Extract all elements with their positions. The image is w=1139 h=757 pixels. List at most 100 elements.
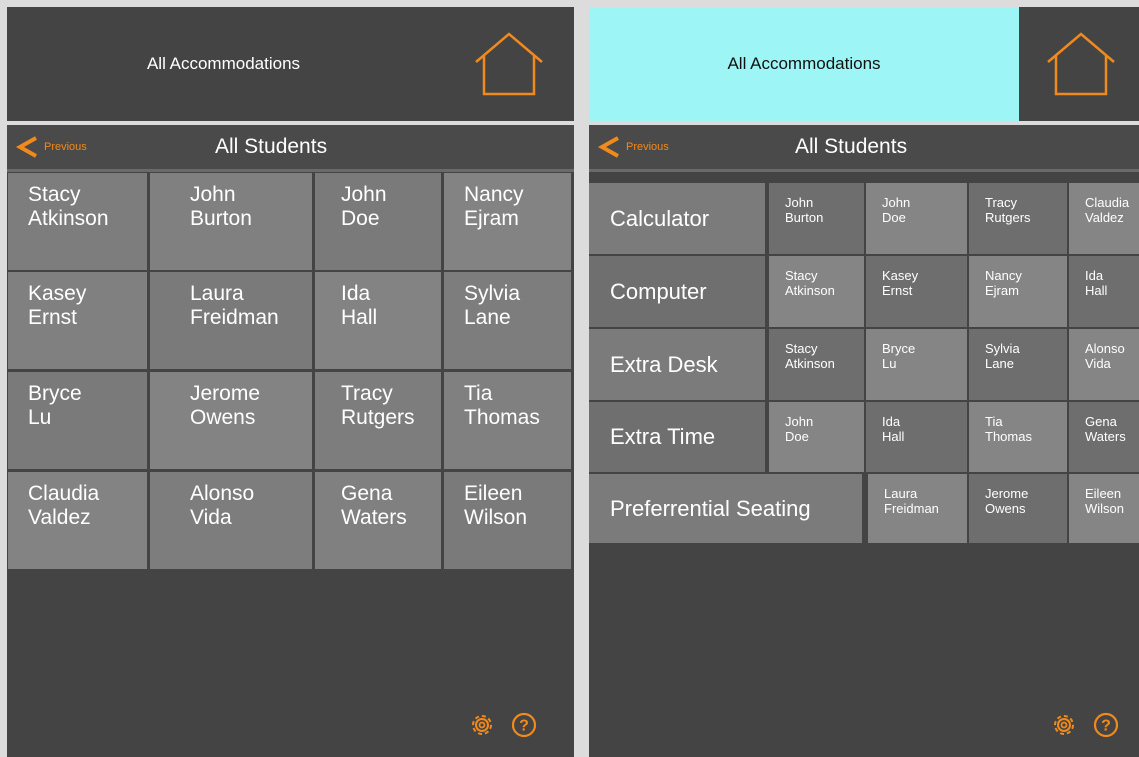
student-cell[interactable]: Laura Freidman [868, 474, 967, 543]
student-first-name: Sylvia [985, 341, 1020, 356]
student-cell[interactable]: Tia Thomas [969, 402, 1067, 472]
student-cell[interactable]: Ida Hall [315, 272, 441, 369]
student-first-name: Tracy [985, 195, 1018, 210]
student-cell[interactable]: John Doe [315, 173, 441, 270]
student-cell[interactable]: Eileen Wilson [444, 472, 571, 569]
student-first-name: Tia [985, 414, 1003, 429]
student-cell[interactable]: Tracy Rutgers [315, 372, 441, 469]
student-first-name: John [341, 183, 387, 206]
home-button[interactable] [1022, 7, 1139, 121]
student-last-name: Wilson [1085, 501, 1125, 516]
svg-text:?: ? [519, 718, 529, 735]
student-cell[interactable]: Gena Waters [315, 472, 441, 569]
student-cell[interactable]: Stacy Atkinson [769, 256, 864, 327]
student-first-name: Sylvia [464, 282, 521, 305]
all-accommodations-button[interactable]: All Accommodations [589, 7, 1019, 121]
student-last-name: Thomas [985, 429, 1032, 444]
student-cell[interactable]: Eileen Wilson [1069, 474, 1139, 543]
student-cell[interactable]: Nancy Ejram [444, 173, 571, 270]
student-cell[interactable]: Nancy Ejram [969, 256, 1067, 327]
gear-icon[interactable] [468, 711, 496, 739]
nav-bar: Previous All Students [7, 125, 574, 169]
student-cell[interactable]: Sylvia Lane [969, 329, 1067, 400]
student-first-name: John [785, 414, 814, 429]
accommodation-cell[interactable]: Preferrential Seating [589, 474, 862, 543]
accommodation-label: Preferrential Seating [610, 495, 811, 521]
student-cell[interactable]: John Burton [150, 173, 312, 270]
previous-button[interactable]: Previous [14, 135, 87, 159]
student-first-name: Bryce [882, 341, 916, 356]
student-last-name: Atkinson [785, 356, 835, 371]
student-last-name: Waters [341, 506, 407, 529]
student-cell[interactable]: Stacy Atkinson [8, 173, 147, 270]
student-cell[interactable]: Bryce Lu [8, 372, 147, 469]
student-cell[interactable]: Gena Waters [1069, 402, 1139, 472]
accommodation-cell[interactable]: Extra Time [589, 402, 765, 472]
all-students-screen: All Accommodations Previous All Students… [7, 7, 574, 757]
student-cell[interactable]: Kasey Ernst [8, 272, 147, 369]
previous-label: Previous [44, 141, 87, 153]
student-first-name: Alonso [190, 482, 255, 505]
student-first-name: Stacy [28, 183, 81, 206]
accommodation-cell[interactable]: Extra Desk [589, 329, 765, 400]
student-cell[interactable]: Alonso Vida [1069, 329, 1139, 400]
student-first-name: Jerome [190, 382, 261, 405]
accommodation-label: Extra Time [610, 424, 716, 449]
student-first-name: Alonso [1085, 341, 1125, 356]
student-first-name: John [882, 195, 911, 210]
accommodation-cell[interactable]: Calculator [589, 183, 765, 254]
student-first-name: Claudia [28, 482, 100, 505]
accommodation-cell[interactable]: Computer [589, 256, 765, 327]
student-last-name: Rutgers [985, 210, 1031, 225]
student-last-name: Ernst [882, 283, 913, 298]
student-first-name: John [190, 183, 236, 206]
student-first-name: Ida [341, 282, 371, 305]
all-accommodations-button[interactable]: All Accommodations [7, 7, 440, 121]
student-cell[interactable]: Ida Hall [866, 402, 967, 472]
student-cell[interactable]: John Burton [769, 183, 864, 254]
student-last-name: Burton [785, 210, 824, 225]
student-last-name: Valdez [28, 506, 91, 529]
student-first-name: Nancy [985, 268, 1022, 283]
chevron-left-icon [15, 136, 37, 158]
previous-button[interactable]: Previous [596, 135, 669, 159]
student-cell[interactable]: Kasey Ernst [866, 256, 967, 327]
student-cell[interactable]: Claudia Valdez [8, 472, 147, 569]
student-first-name: Tracy [341, 382, 393, 405]
student-cell[interactable]: Alonso Vida [150, 472, 312, 569]
student-last-name: Ernst [28, 306, 78, 329]
student-last-name: Lane [985, 356, 1014, 371]
accommodations-screen: All Accommodations Previous All Students… [589, 7, 1139, 757]
nav-bar: Previous All Students [589, 125, 1139, 169]
student-first-name: Gena [341, 482, 393, 505]
student-last-name: Wilson [464, 506, 528, 529]
student-last-name: Hall [1085, 283, 1108, 298]
student-cell[interactable]: Claudia Valdez [1069, 183, 1139, 254]
student-cell[interactable]: Sylvia Lane [444, 272, 571, 369]
student-cell[interactable]: Ida Hall [1069, 256, 1139, 327]
gear-icon[interactable] [1050, 711, 1078, 739]
student-cell[interactable]: Laura Freidman [150, 272, 312, 369]
student-last-name: Vida [190, 506, 232, 529]
student-first-name: Stacy [785, 268, 818, 283]
student-first-name: Eileen [464, 482, 523, 505]
home-button[interactable] [443, 7, 574, 121]
home-icon [1046, 32, 1115, 96]
student-last-name: Freidman [884, 501, 939, 516]
help-icon[interactable]: ? [510, 711, 538, 739]
svg-text:?: ? [1101, 718, 1111, 735]
student-cell[interactable]: John Doe [866, 183, 967, 254]
student-cell[interactable]: Tia Thomas [444, 372, 571, 469]
student-cell[interactable]: Stacy Atkinson [769, 329, 864, 400]
nav-divider [7, 169, 574, 172]
student-cell[interactable]: Jerome Owens [969, 474, 1067, 543]
all-accommodations-label: All Accommodations [146, 54, 301, 73]
student-last-name: Hall [341, 306, 378, 329]
home-icon [474, 32, 543, 96]
student-last-name: Vida [1085, 356, 1111, 371]
help-icon[interactable]: ? [1092, 711, 1120, 739]
student-cell[interactable]: Bryce Lu [866, 329, 967, 400]
student-cell[interactable]: John Doe [769, 402, 864, 472]
student-cell[interactable]: Jerome Owens [150, 372, 312, 469]
student-cell[interactable]: Tracy Rutgers [969, 183, 1067, 254]
